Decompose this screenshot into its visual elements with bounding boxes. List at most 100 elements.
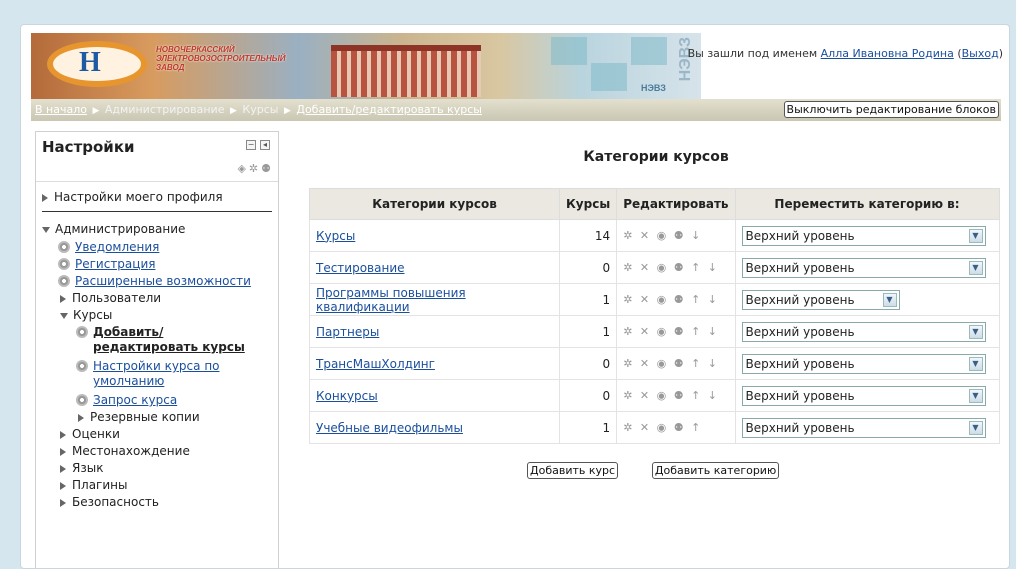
move-category-select[interactable]: Верхний уровень ▼ (741, 353, 986, 374)
tree-item-label: Резервные копии (90, 410, 200, 424)
logout-link[interactable]: Выход (962, 47, 999, 60)
tree-item-users[interactable]: Пользователи (58, 291, 278, 308)
course-count: 1 (558, 411, 618, 444)
select-value: Верхний уровень (745, 292, 855, 307)
tree-item-course-defaults[interactable]: Настройки курса по умолчанию (76, 359, 226, 393)
column-header-edit: Редактировать (616, 188, 736, 220)
tree-item-plugins[interactable]: Плагины (58, 478, 278, 495)
tree-item-notifications[interactable]: Уведомления (58, 240, 278, 257)
add-course-button[interactable]: Добавить курс (527, 462, 619, 479)
expand-arrow-icon (60, 431, 66, 439)
expand-arrow-icon (78, 414, 84, 422)
move-block-icon[interactable]: ◈ (237, 162, 248, 175)
tree-link[interactable]: Регистрация (75, 257, 155, 272)
breadcrumb-separator-icon: ▶ (92, 106, 100, 116)
expand-arrow-icon (60, 465, 66, 473)
navigation-bar: В начало ▶ Администрирование ▶ Курсы ▶ Д… (31, 99, 1001, 121)
edit-icons[interactable]: ✲ ✕ ◉ ⚉ ↑ ↓ (616, 347, 736, 380)
logo-line-3: ЗАВОД (156, 63, 185, 72)
tree-item-language[interactable]: Язык (58, 461, 278, 478)
category-link[interactable]: Учебные видеофильмы (316, 421, 463, 435)
collapse-arrow-icon (42, 227, 50, 233)
breadcrumb: В начало ▶ Администрирование ▶ Курсы ▶ Д… (35, 103, 482, 116)
chevron-down-icon: ▼ (968, 324, 983, 339)
category-link[interactable]: Партнеры (316, 325, 379, 339)
chevron-down-icon: ▼ (968, 260, 983, 275)
breadcrumb-courses: Курсы (242, 103, 279, 116)
move-category-select[interactable]: Верхний уровень ▼ (741, 225, 986, 246)
tree-item-label: Настройки моего профиля (54, 190, 223, 204)
select-value: Верхний уровень (745, 324, 855, 339)
move-category-select[interactable]: Верхний уровень ▼ (741, 417, 986, 438)
logo-text: НОВОЧЕРКАССКИЙ ЭЛЕКТРОВОЗОСТРОИТЕЛЬНЫЙ З… (156, 45, 286, 72)
table-row: Программы повышения квалификации 1 ✲ ✕ ◉… (309, 283, 1000, 316)
tree-item-registration[interactable]: Регистрация (58, 257, 278, 274)
category-link[interactable]: Курсы (316, 229, 355, 243)
category-link[interactable]: Тестирование (316, 261, 405, 275)
edit-icons[interactable]: ✲ ✕ ◉ ⚉ ↑ (616, 411, 736, 444)
collapse-block-icon[interactable]: ◂ (260, 140, 270, 150)
breadcrumb-separator-icon: ▶ (229, 106, 237, 116)
expand-arrow-icon (60, 482, 66, 490)
breadcrumb-manage-courses[interactable]: Добавить/редактировать курсы (296, 103, 482, 116)
tree-item-location[interactable]: Местонахождение (58, 444, 278, 461)
assign-roles-icon[interactable]: ⚉ (261, 162, 274, 175)
tree-link[interactable]: Запрос курса (93, 393, 177, 408)
tree-item-label: Местонахождение (72, 444, 190, 458)
user-profile-link[interactable]: Алла Ивановна Родина (821, 47, 954, 60)
login-info: Вы зашли под именем Алла Ивановна Родина… (688, 47, 1003, 60)
category-link[interactable]: Конкурсы (316, 389, 378, 403)
decor-tile (591, 63, 627, 91)
configure-block-icon[interactable]: ✲ (249, 162, 261, 175)
settings-tree: Настройки моего профиля Администрировани… (36, 182, 278, 512)
gear-icon (76, 360, 88, 372)
tree-item-advanced-features[interactable]: Расширенные возможности (58, 274, 278, 291)
settings-block: Настройки − ◂ ◈✲⚉ Настройки моего профил… (35, 131, 279, 568)
chevron-down-icon: ▼ (968, 420, 983, 435)
move-category-select[interactable]: Верхний уровень ▼ (741, 385, 986, 406)
tree-item-label: Пользователи (72, 291, 162, 305)
tree-item-label: Язык (72, 461, 104, 475)
tree-item-security[interactable]: Безопасность (58, 495, 278, 512)
select-value: Верхний уровень (745, 356, 855, 371)
select-value: Верхний уровень (745, 388, 855, 403)
category-link[interactable]: Программы повышения квалификации (316, 286, 466, 314)
edit-icons[interactable]: ✲ ✕ ◉ ⚉ ↑ ↓ (616, 315, 736, 348)
tree-item-courses[interactable]: Курсы (58, 308, 278, 325)
dock-block-icon[interactable]: − (246, 140, 256, 150)
expand-arrow-icon (60, 448, 66, 456)
table-row: Тестирование 0 ✲ ✕ ◉ ⚉ ↑ ↓ Верхний урове… (309, 251, 1000, 284)
tree-link[interactable]: Расширенные возможности (75, 274, 251, 289)
course-count: 1 (558, 315, 618, 348)
edit-icons[interactable]: ✲ ✕ ◉ ⚉ ↓ (616, 219, 736, 252)
settings-block-header: Настройки − ◂ ◈✲⚉ (36, 132, 278, 182)
course-count: 0 (558, 379, 618, 412)
course-count: 0 (558, 347, 618, 380)
edit-icons[interactable]: ✲ ✕ ◉ ⚉ ↑ ↓ (616, 379, 736, 412)
edit-icons[interactable]: ✲ ✕ ◉ ⚉ ↑ ↓ (616, 283, 736, 316)
toggle-block-editing-button[interactable]: Выключить редактирование блоков (783, 101, 999, 118)
tree-item-label: Оценки (72, 427, 120, 441)
add-category-button[interactable]: Добавить категорию (651, 462, 780, 479)
tree-link[interactable]: Уведомления (75, 240, 159, 255)
tree-link-current[interactable]: Добавить/редактировать курсы (93, 325, 256, 355)
tree-item-profile[interactable]: Настройки моего профиля (42, 190, 272, 212)
move-category-select[interactable]: Верхний уровень ▼ (741, 321, 986, 342)
breadcrumb-home[interactable]: В начало (35, 103, 87, 116)
tree-item-label: Безопасность (72, 495, 159, 509)
chevron-down-icon: ▼ (968, 388, 983, 403)
tree-item-backups[interactable]: Резервные копии (76, 410, 278, 427)
tree-item-administration[interactable]: Администрирование (42, 222, 278, 237)
move-category-select[interactable]: Верхний уровень ▼ (741, 257, 986, 278)
tree-item-manage-courses[interactable]: Добавить/редактировать курсы (76, 325, 256, 359)
tree-item-course-request[interactable]: Запрос курса (76, 393, 278, 410)
collapse-arrow-icon (60, 313, 68, 319)
tree-item-grades[interactable]: Оценки (58, 427, 278, 444)
move-category-select[interactable]: Верхний уровень ▼ (741, 289, 900, 310)
category-link[interactable]: ТрансМашХолдинг (316, 357, 435, 371)
breadcrumb-separator-icon: ▶ (283, 106, 291, 116)
site-banner[interactable]: H НОВОЧЕРКАССКИЙ ЭЛЕКТРОВОЗОСТРОИТЕЛЬНЫЙ… (31, 33, 701, 99)
tree-link[interactable]: Настройки курса по умолчанию (93, 359, 226, 389)
edit-icons[interactable]: ✲ ✕ ◉ ⚉ ↑ ↓ (616, 251, 736, 284)
logo-line-2: ЭЛЕКТРОВОЗОСТРОИТЕЛЬНЫЙ (156, 54, 286, 63)
